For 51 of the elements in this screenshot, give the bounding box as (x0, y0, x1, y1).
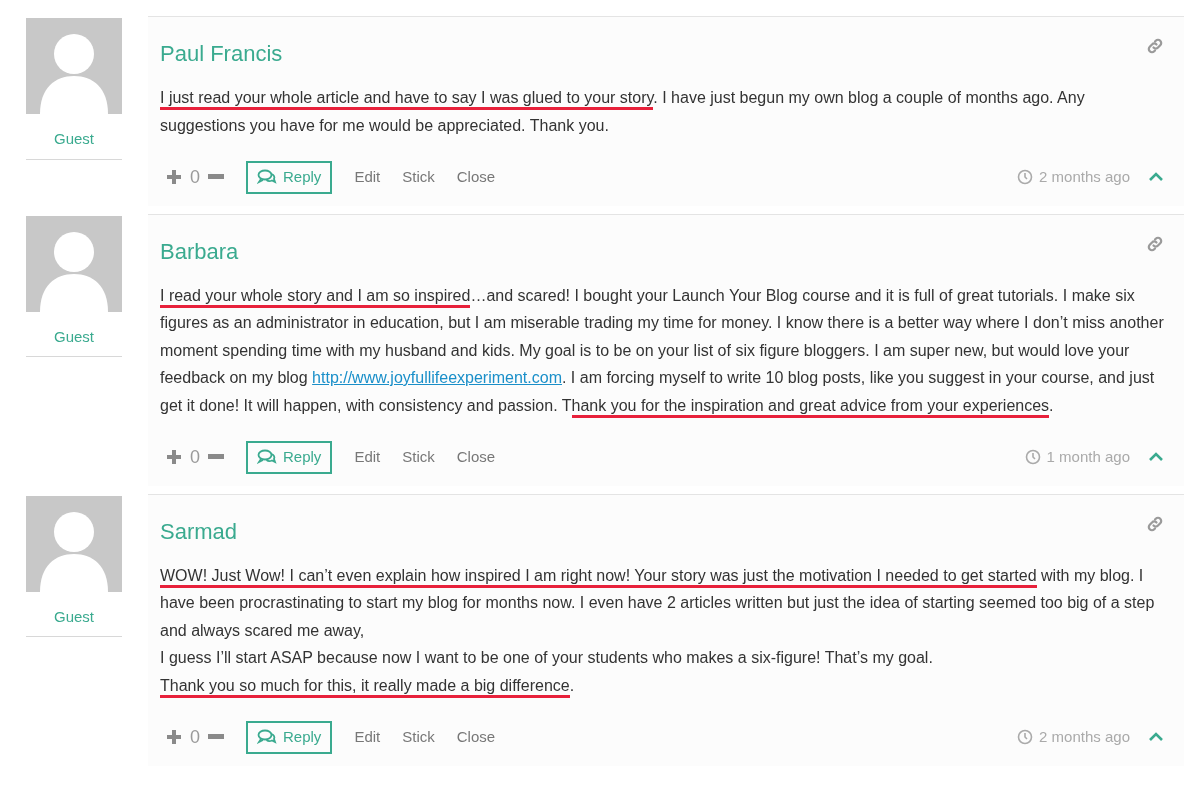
comment-text: Thank you so much for this, it really made a big difference. (160, 671, 1164, 699)
comment-time: 2 months ago (1039, 727, 1130, 747)
clock-icon (1017, 729, 1034, 746)
comment-action[interactable]: Stick (402, 446, 435, 469)
comment-text: WOW! Just Wow! I can’t even explain how inspired I am right now! Your story was just the motivation I needed to get started with my blog. I have been procrastinating to start my blog for months now. I even have 2 articles written but just the idea of starting seemed too big of a step and always scared me away, (160, 565, 1156, 641)
reply-button[interactable]: Reply (246, 721, 333, 754)
user-role: Guest (26, 605, 122, 637)
comment-action[interactable]: Close (456, 446, 496, 469)
vote-count: 0 (190, 445, 200, 469)
comment-action[interactable]: Close (456, 726, 496, 749)
clock-icon (1024, 449, 1041, 466)
blog-link[interactable]: http://www.joyfullifeexperiment.com (312, 369, 562, 386)
comment-action[interactable]: Edit (354, 446, 381, 469)
author-name: Sarmad (160, 517, 238, 546)
reply-button[interactable]: Reply (246, 161, 333, 194)
plus-icon[interactable] (166, 169, 182, 186)
comment-text: I just read your whole article and have to say I was glued to your story. I have just begun my own blog a couple of months ago. Any suggestions you have for me would be appreciated. Thank you. (160, 88, 1086, 136)
user-role: Guest (26, 128, 122, 160)
avatar-icon (26, 215, 122, 312)
minus-icon[interactable] (208, 454, 224, 461)
comment-time: 2 months ago (1039, 167, 1130, 187)
minus-icon[interactable] (208, 174, 224, 181)
link-icon[interactable] (1146, 234, 1164, 253)
avatar-icon (26, 18, 122, 114)
comment-text: I guess I’ll start ASAP because now I want to be one of your students who makes a six-figure! That’s my goal. (160, 648, 934, 668)
author-name: Barbara (160, 237, 239, 266)
link-icon[interactable] (1146, 37, 1164, 55)
comment-action[interactable]: Edit (354, 166, 381, 189)
link-icon[interactable] (1146, 514, 1164, 533)
comment-action[interactable]: Stick (402, 166, 435, 189)
comment-time: 1 month ago (1046, 447, 1130, 467)
vote-count: 0 (190, 725, 200, 749)
comment-action[interactable]: Stick (402, 726, 435, 749)
chat-icon (257, 729, 277, 746)
reply-button[interactable]: Reply (246, 441, 333, 474)
chat-icon (257, 169, 277, 186)
plus-icon[interactable] (166, 729, 182, 746)
collapse-icon[interactable] (1148, 452, 1164, 463)
collapse-icon[interactable] (1148, 172, 1164, 183)
user-role: Guest (26, 325, 122, 357)
comment-action[interactable]: Close (456, 166, 496, 189)
collapse-icon[interactable] (1148, 732, 1164, 743)
vote-count: 0 (190, 165, 200, 189)
avatar-icon (26, 495, 122, 592)
comment-text: I read your whole story and I am so inspired…and scared! I bought your Launch Your Blog course and it is full of great tutorials. I make six figures as an administrator in education, but I am miserable trading my time for money. I know there is a better way where I don’t miss another moment spending time with my husband and kids. My goal is to be on your list of six figure bloggers. I am super new, but would love your feedback on my blog http://www.joyfullifeexperiment.com. I am forcing myself to write 10 blog posts, like you suggest in your course, and just get it done! It will happen, with consistency and passion. Thank you for the inspiration and great advice from your experiences. (160, 281, 1164, 419)
comment-action[interactable]: Edit (354, 726, 381, 749)
clock-icon (1017, 169, 1034, 186)
chat-icon (257, 449, 277, 466)
author-name: Paul Francis (160, 40, 283, 68)
minus-icon[interactable] (208, 734, 224, 741)
plus-icon[interactable] (166, 449, 182, 466)
